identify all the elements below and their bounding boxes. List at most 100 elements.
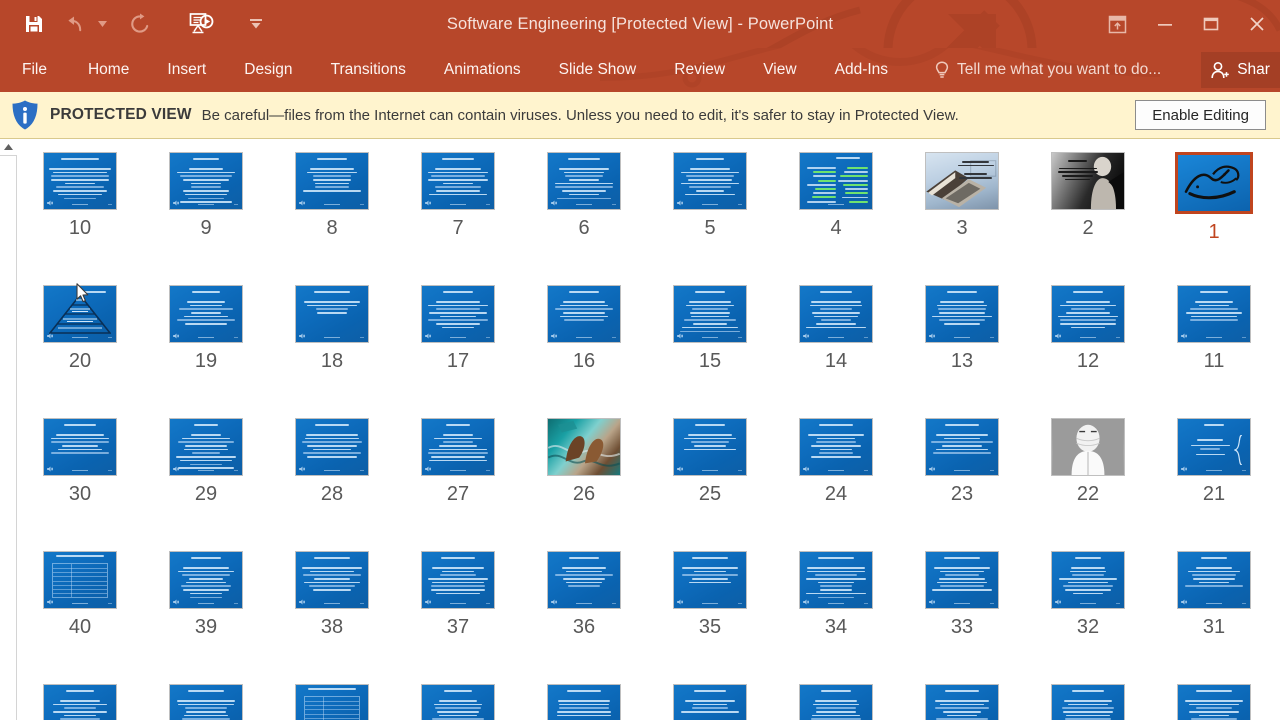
slide-thumbnail-12[interactable]: 12 bbox=[1025, 285, 1151, 371]
slide-thumbnail-45[interactable]: 45 bbox=[647, 684, 773, 720]
slide-thumbnail-image[interactable] bbox=[799, 152, 873, 210]
slide-thumbnail-image[interactable] bbox=[1051, 418, 1125, 476]
tell-me-search[interactable]: Tell me what you want to do... bbox=[934, 60, 1161, 80]
slide-thumbnail-image[interactable] bbox=[799, 418, 873, 476]
slide-thumbnail-5[interactable]: 5 bbox=[647, 152, 773, 238]
share-button[interactable]: Shar bbox=[1201, 52, 1280, 88]
slide-thumbnail-image[interactable] bbox=[925, 152, 999, 210]
slide-thumbnail-48[interactable]: 48 bbox=[269, 684, 395, 720]
slide-thumbnail-image[interactable] bbox=[421, 152, 495, 210]
slide-thumbnail-1[interactable]: 1 bbox=[1151, 152, 1277, 242]
slide-thumbnail-29[interactable]: 29 bbox=[143, 418, 269, 504]
slide-thumbnail-image[interactable] bbox=[169, 418, 243, 476]
slide-thumbnail-image[interactable] bbox=[925, 418, 999, 476]
slide-thumbnail-image[interactable] bbox=[421, 551, 495, 609]
slide-thumbnail-image[interactable] bbox=[1177, 418, 1251, 476]
tab-file[interactable]: File bbox=[22, 48, 47, 92]
slide-thumbnail-8[interactable]: 8 bbox=[269, 152, 395, 238]
slide-thumbnail-image[interactable] bbox=[295, 418, 369, 476]
slide-thumbnail-image[interactable] bbox=[421, 684, 495, 720]
slide-thumbnail-3[interactable]: 3 bbox=[899, 152, 1025, 238]
restore-icon[interactable] bbox=[1188, 0, 1234, 48]
customize-qat-caret-icon[interactable] bbox=[248, 4, 264, 44]
slide-thumbnail-49[interactable]: 49 bbox=[143, 684, 269, 720]
slide-grid[interactable]: 1 2 3 4 5 6 7 8 9 10 11 12 13 14 15 16 17 18 19 20 21 22 23 24 2… bbox=[17, 139, 1280, 720]
slide-thumbnail-13[interactable]: 13 bbox=[899, 285, 1025, 371]
slide-thumbnail-24[interactable]: 24 bbox=[773, 418, 899, 504]
slide-thumbnail-17[interactable]: 17 bbox=[395, 285, 521, 371]
tab-transitions[interactable]: Transitions bbox=[331, 48, 406, 92]
slide-thumbnail-image[interactable] bbox=[169, 684, 243, 720]
slide-thumbnail-19[interactable]: 19 bbox=[143, 285, 269, 371]
slide-thumbnail-14[interactable]: 14 bbox=[773, 285, 899, 371]
slide-thumbnail-43[interactable]: 43 bbox=[899, 684, 1025, 720]
slide-thumbnail-15[interactable]: 15 bbox=[647, 285, 773, 371]
slide-thumbnail-28[interactable]: 28 bbox=[269, 418, 395, 504]
slide-thumbnail-image[interactable] bbox=[295, 551, 369, 609]
slide-thumbnail-22[interactable]: 22 bbox=[1025, 418, 1151, 504]
slide-thumbnail-image[interactable] bbox=[673, 418, 747, 476]
enable-editing-button[interactable]: Enable Editing bbox=[1135, 100, 1266, 130]
slide-thumbnail-10[interactable]: 10 bbox=[17, 152, 143, 238]
slide-thumbnail-image[interactable] bbox=[1177, 684, 1251, 720]
start-presentation-icon[interactable] bbox=[182, 4, 222, 44]
slide-thumbnail-23[interactable]: 23 bbox=[899, 418, 1025, 504]
slide-thumbnail-image[interactable] bbox=[43, 418, 117, 476]
slide-thumbnail-47[interactable]: 47 bbox=[395, 684, 521, 720]
undo-icon[interactable] bbox=[54, 4, 94, 44]
slide-thumbnail-image[interactable] bbox=[43, 285, 117, 343]
slide-thumbnail-image[interactable] bbox=[547, 418, 621, 476]
redo-icon[interactable] bbox=[120, 4, 160, 44]
slide-thumbnail-image[interactable] bbox=[1051, 551, 1125, 609]
tab-design[interactable]: Design bbox=[244, 48, 292, 92]
slide-thumbnail-image[interactable] bbox=[673, 285, 747, 343]
slide-thumbnail-32[interactable]: 32 bbox=[1025, 551, 1151, 637]
slide-thumbnail-image[interactable] bbox=[1177, 551, 1251, 609]
slide-thumbnail-image[interactable] bbox=[169, 152, 243, 210]
slide-thumbnail-16[interactable]: 16 bbox=[521, 285, 647, 371]
slide-thumbnail-38[interactable]: 38 bbox=[269, 551, 395, 637]
slide-thumbnail-image[interactable] bbox=[925, 551, 999, 609]
slide-thumbnail-image[interactable] bbox=[169, 285, 243, 343]
slide-thumbnail-image[interactable] bbox=[169, 551, 243, 609]
slide-thumbnail-18[interactable]: 18 bbox=[269, 285, 395, 371]
ribbon-display-options-icon[interactable] bbox=[1092, 0, 1142, 48]
slide-thumbnail-image[interactable] bbox=[421, 285, 495, 343]
slide-thumbnail-36[interactable]: 36 bbox=[521, 551, 647, 637]
tab-review[interactable]: Review bbox=[674, 48, 725, 92]
slide-thumbnail-image[interactable] bbox=[673, 551, 747, 609]
slide-thumbnail-image[interactable] bbox=[925, 285, 999, 343]
slide-thumbnail-50[interactable]: 50 bbox=[17, 684, 143, 720]
slide-thumbnail-image[interactable] bbox=[673, 684, 747, 720]
tab-animations[interactable]: Animations bbox=[444, 48, 521, 92]
slide-thumbnail-20[interactable]: 20 bbox=[17, 285, 143, 371]
slide-thumbnail-image[interactable] bbox=[295, 152, 369, 210]
save-icon[interactable] bbox=[14, 4, 54, 44]
slide-thumbnail-41[interactable]: 41 bbox=[1151, 684, 1277, 720]
slide-thumbnail-image[interactable] bbox=[43, 684, 117, 720]
slide-thumbnail-6[interactable]: 6 bbox=[521, 152, 647, 238]
slide-thumbnail-40[interactable]: 40 bbox=[17, 551, 143, 637]
slide-thumbnail-image[interactable] bbox=[547, 551, 621, 609]
slide-thumbnail-37[interactable]: 37 bbox=[395, 551, 521, 637]
slide-thumbnail-25[interactable]: 25 bbox=[647, 418, 773, 504]
slide-thumbnail-image[interactable] bbox=[799, 285, 873, 343]
slide-thumbnail-image[interactable] bbox=[43, 152, 117, 210]
slide-thumbnail-image[interactable] bbox=[295, 684, 369, 720]
slide-thumbnail-image[interactable] bbox=[547, 684, 621, 720]
slide-thumbnail-31[interactable]: 31 bbox=[1151, 551, 1277, 637]
close-icon[interactable] bbox=[1234, 0, 1280, 48]
slide-thumbnail-image[interactable] bbox=[1051, 684, 1125, 720]
tab-view[interactable]: View bbox=[763, 48, 796, 92]
slide-thumbnail-44[interactable]: 44 bbox=[773, 684, 899, 720]
slide-thumbnail-2[interactable]: 2 bbox=[1025, 152, 1151, 238]
slide-thumbnail-7[interactable]: 7 bbox=[395, 152, 521, 238]
slide-thumbnail-4[interactable]: 4 bbox=[773, 152, 899, 238]
slide-thumbnail-image[interactable] bbox=[1051, 152, 1125, 210]
slide-thumbnail-image[interactable] bbox=[1051, 285, 1125, 343]
slide-thumbnail-11[interactable]: 11 bbox=[1151, 285, 1277, 371]
slide-thumbnail-27[interactable]: 27 bbox=[395, 418, 521, 504]
slide-thumbnail-image[interactable] bbox=[1175, 152, 1253, 214]
slide-thumbnail-image[interactable] bbox=[799, 551, 873, 609]
slide-thumbnail-image[interactable] bbox=[295, 285, 369, 343]
